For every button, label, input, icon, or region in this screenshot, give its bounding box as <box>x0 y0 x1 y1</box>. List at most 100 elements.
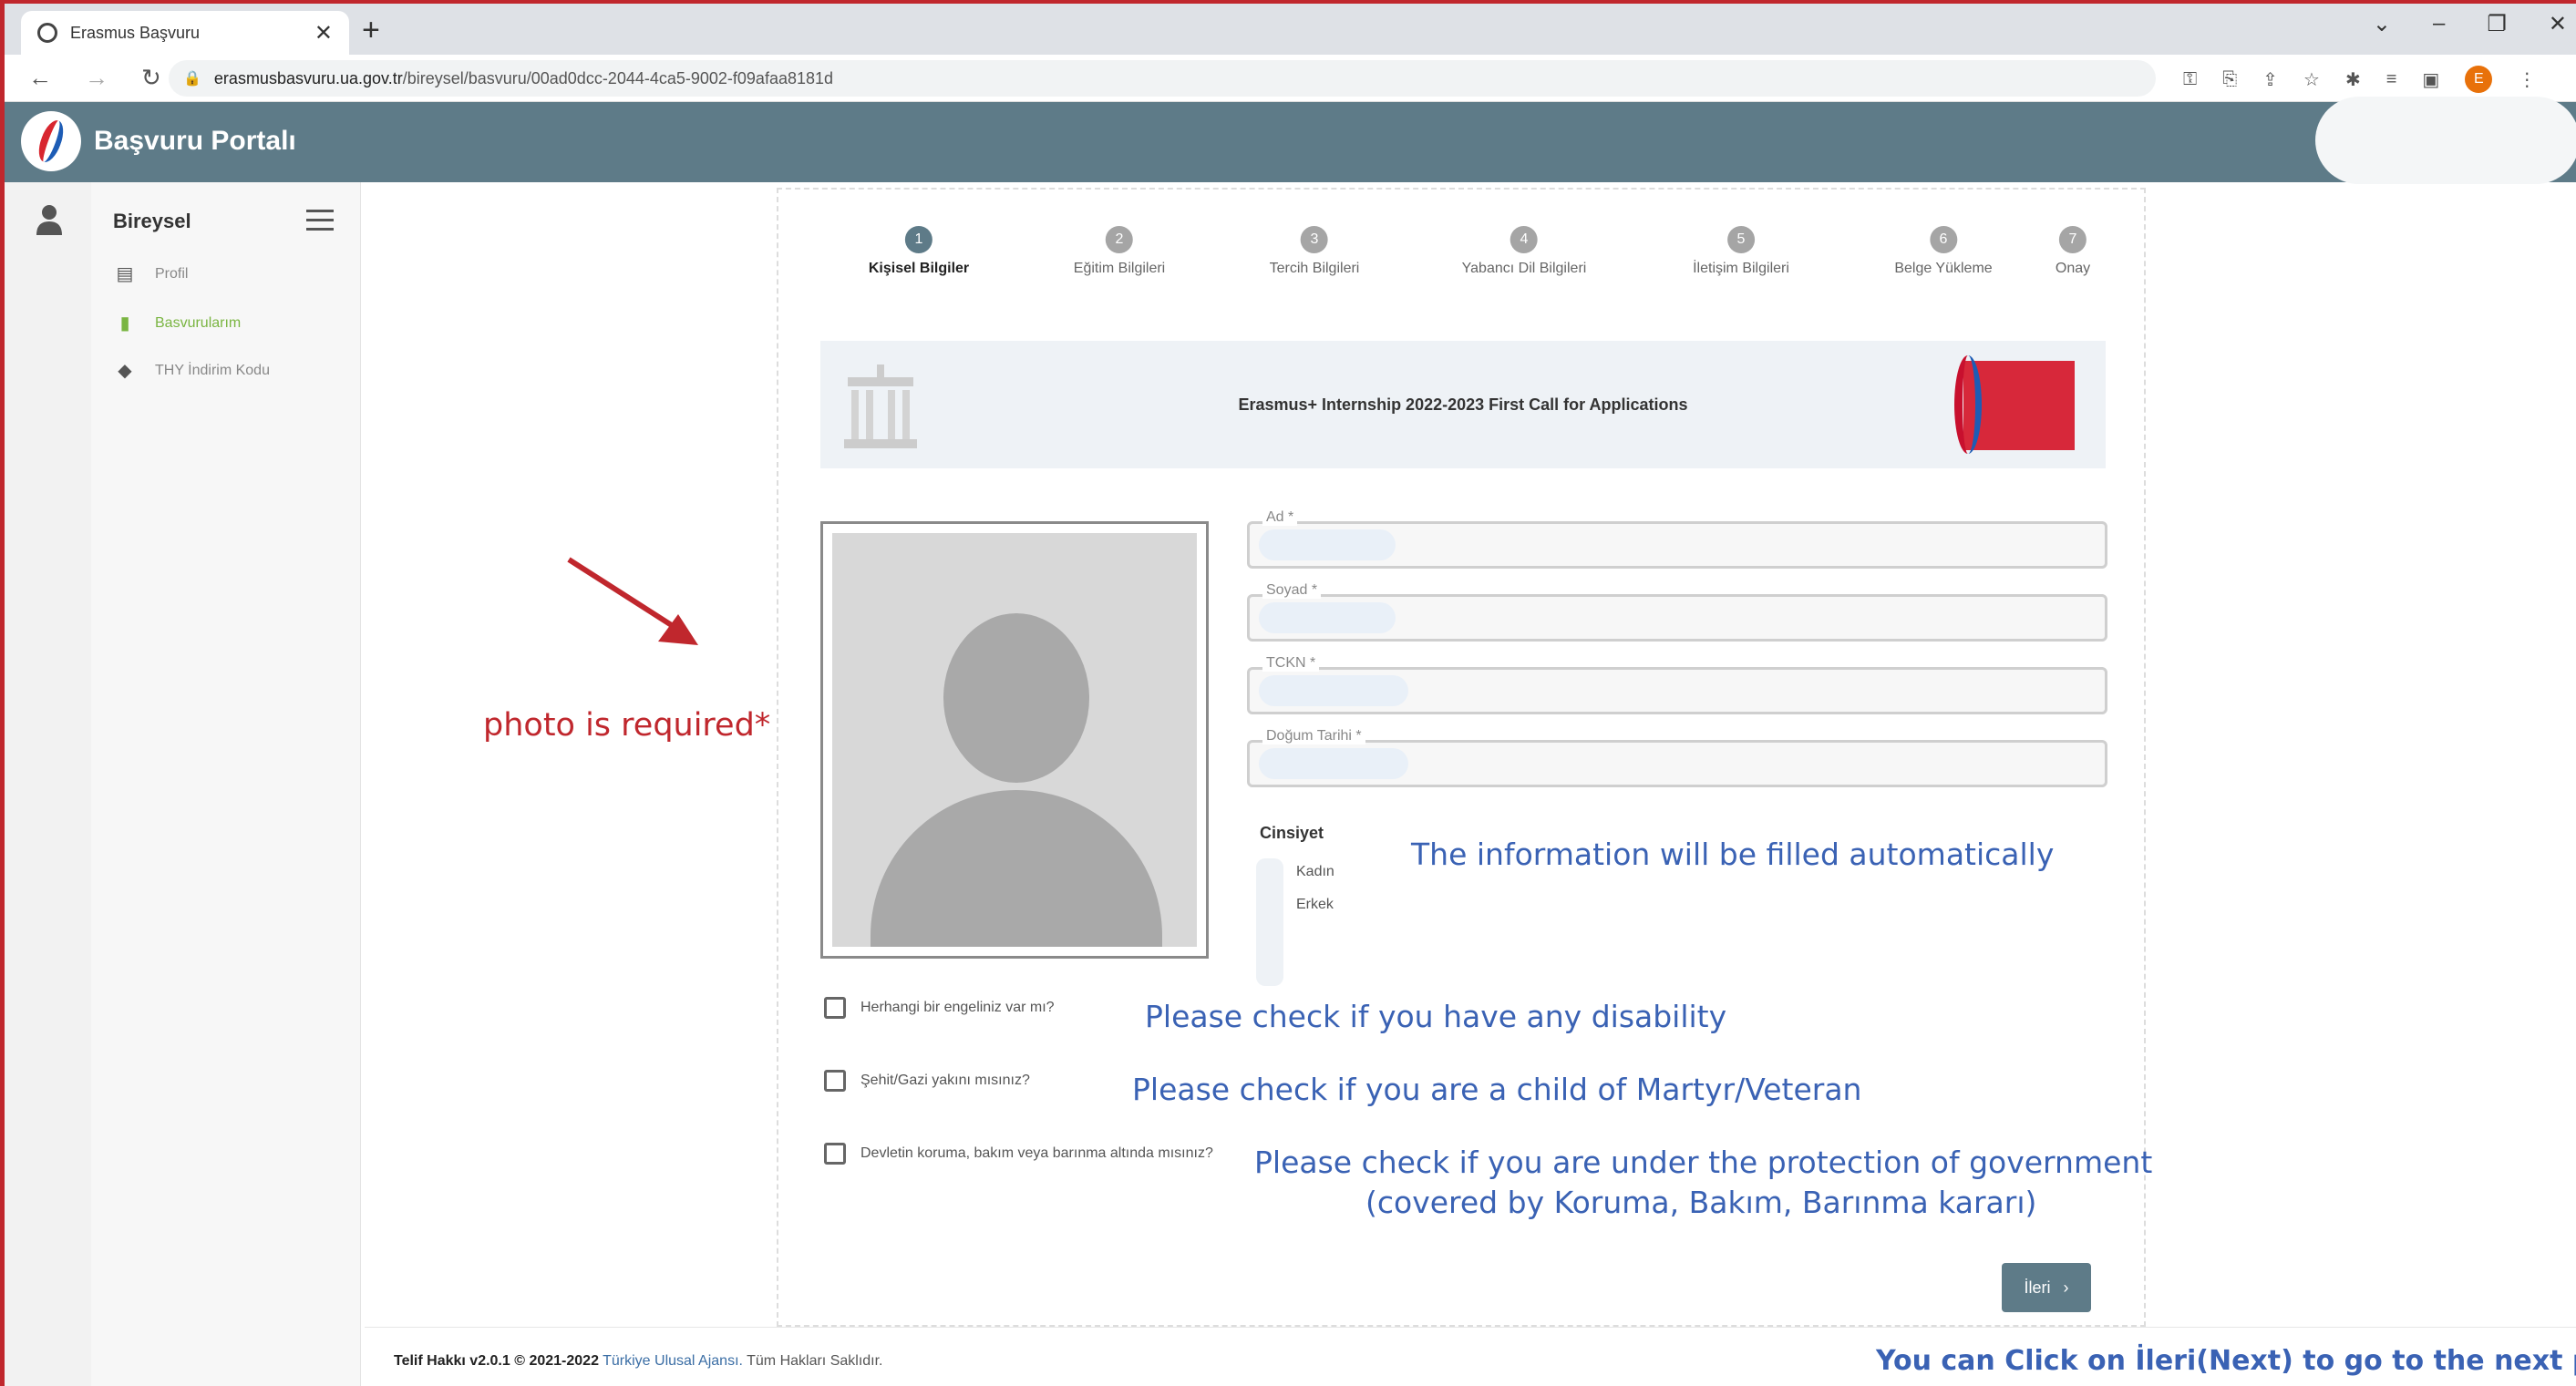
step-tercih-bilgileri[interactable]: 3 Tercih Bilgileri <box>1269 226 1360 277</box>
step-label: Belge Yükleme <box>1894 261 1993 276</box>
gender-title: Cinsiyet <box>1260 824 1324 842</box>
app-title: Başvuru Portalı <box>94 126 296 156</box>
field-value-blur <box>1259 602 1396 633</box>
tab-title: Erasmus Başvuru <box>70 23 201 42</box>
protection-note-line2: (covered by Koruma, Bakım, Barınma karar… <box>1365 1185 2037 1220</box>
step-iletisim-bilgileri[interactable]: 5 İletişim Bilgileri <box>1693 226 1789 277</box>
window-controls: ⌄ – ❐ ✕ <box>2373 11 2567 37</box>
dogum-tarihi-field[interactable]: Doğum Tarihi * <box>1247 728 2107 787</box>
url-field[interactable]: 🔒 erasmusbasvuru.ua.gov.tr /bireysel/bas… <box>169 60 2156 97</box>
ad-field[interactable]: Ad * <box>1247 509 2107 569</box>
forward-icon[interactable]: → <box>85 64 108 92</box>
disability-label: Herhangi bir engeliniz var mı? <box>860 1000 1055 1015</box>
nav-buttons: ← → ↻ <box>28 64 161 92</box>
profile-avatar[interactable]: E <box>2465 66 2493 93</box>
stepper: 1 Kişisel Bilgiler 2 Eğitim Bilgileri 3 … <box>778 226 2148 299</box>
tab-search-icon[interactable]: ⌄ <box>2373 11 2391 37</box>
sidebar-item-label: Profil <box>155 265 189 282</box>
app-logo[interactable] <box>21 111 81 171</box>
step-kisisel-bilgiler[interactable]: 1 Kişisel Bilgiler <box>869 226 969 277</box>
user-icon[interactable] <box>36 204 63 235</box>
sidebar-title: Bireysel <box>113 210 191 232</box>
protection-checkbox-row[interactable]: Devletin koruma, bakım veya barınma altı… <box>824 1143 1213 1165</box>
avatar-placeholder <box>832 533 1197 947</box>
user-menu-placeholder[interactable] <box>2315 97 2576 184</box>
field-value-blur <box>1259 529 1396 560</box>
national-agency-logo <box>1954 355 2075 454</box>
app-header: Başvuru Portalı <box>5 97 2576 184</box>
browser-tab-bar: Erasmus Başvuru ✕ + ⌄ – ❐ ✕ <box>5 4 2576 55</box>
field-label: Ad * <box>1262 509 1298 526</box>
step-number: 7 <box>2059 226 2087 253</box>
sidebar-item-basvurularim[interactable]: ▮ Basvurularım <box>111 312 241 334</box>
step-label: Onay <box>2055 261 2091 276</box>
protection-note-line1: Please check if you are under the protec… <box>1254 1145 2153 1180</box>
disability-checkbox[interactable] <box>824 997 846 1019</box>
annotation-arrow-icon <box>567 557 698 645</box>
star-icon[interactable]: ☆ <box>2303 68 2320 91</box>
side-panel-icon[interactable]: ▣ <box>2422 68 2439 91</box>
hamburger-menu-icon[interactable] <box>306 210 334 237</box>
next-button[interactable]: İleri › <box>2002 1263 2091 1312</box>
extensions-icon[interactable]: ✱ <box>2345 68 2361 91</box>
martyr-checkbox-row[interactable]: Şehit/Gazi yakını mısınız? <box>824 1070 1030 1092</box>
browser-toolbar-icons: ⚿ ⎘ ⇪ ☆ ✱ ≡ ▣ E ⋮ <box>2183 66 2536 93</box>
globe-icon <box>37 23 57 43</box>
step-label: Eğitim Bilgileri <box>1073 261 1166 276</box>
step-yabanci-dil-bilgileri[interactable]: 4 Yabancı Dil Bilgileri <box>1461 226 1587 277</box>
sidebar-item-label: Basvurularım <box>155 314 242 331</box>
avatar-head-shape <box>943 613 1089 783</box>
browser-tab[interactable]: Erasmus Başvuru ✕ <box>21 11 349 55</box>
gender-radio-group <box>1256 858 1283 986</box>
browser-address-bar: ← → ↻ 🔒 erasmusbasvuru.ua.gov.tr /bireys… <box>5 55 2576 102</box>
step-egitim-bilgileri[interactable]: 2 Eğitim Bilgileri <box>1074 226 1165 277</box>
new-tab-button[interactable]: + <box>362 15 380 46</box>
id-card-icon: ▤ <box>116 264 134 284</box>
photo-required-note: photo is required* <box>483 707 771 744</box>
field-label: Doğum Tarihi * <box>1262 728 1365 744</box>
step-number: 2 <box>1106 226 1133 253</box>
url-host: erasmusbasvuru.ua.gov.tr <box>213 68 403 87</box>
key-icon[interactable]: ⚿ <box>2183 69 2197 90</box>
field-label: TCKN * <box>1262 655 1320 672</box>
minimize-icon[interactable]: – <box>2433 11 2445 37</box>
call-banner: Erasmus+ Internship 2022-2023 First Call… <box>820 341 2106 468</box>
copyright-prefix: Telif Hakkı v2.0.1 © 2021-2022 <box>394 1353 599 1369</box>
gender-radio-erkek[interactable]: Erkek <box>1296 897 1334 913</box>
disability-note: Please check if you have any disability <box>1145 999 1727 1034</box>
translate-icon[interactable]: ⎘ <box>2222 69 2237 90</box>
disability-checkbox-row[interactable]: Herhangi bir engeliniz var mı? <box>824 997 1055 1019</box>
back-icon[interactable]: ← <box>28 64 52 92</box>
restore-icon[interactable]: ❐ <box>2487 11 2507 37</box>
step-label: Tercih Bilgileri <box>1269 261 1360 276</box>
icon-rail <box>5 182 91 1386</box>
agency-link[interactable]: Türkiye Ulusal Ajansı. <box>603 1353 743 1369</box>
sidebar: Bireysel ▤ Profil ▮ Basvurularım ◆ THY İ… <box>91 182 361 1386</box>
banner-title: Erasmus+ Internship 2022-2023 First Call… <box>1238 395 1688 414</box>
menu-dots-icon[interactable]: ⋮ <box>2518 68 2536 91</box>
sidebar-item-profil[interactable]: ▤ Profil <box>111 262 189 285</box>
protection-checkbox[interactable] <box>824 1143 846 1165</box>
martyr-label: Şehit/Gazi yakını mısınız? <box>860 1073 1030 1088</box>
soyad-field[interactable]: Soyad * <box>1247 582 2107 642</box>
step-label: Yabancı Dil Bilgileri <box>1461 261 1587 276</box>
sidebar-item-thy-indirim[interactable]: ◆ THY İndirim Kodu <box>111 359 270 382</box>
auto-fill-note: The information will be filled automatic… <box>1411 837 2055 872</box>
reload-icon[interactable]: ↻ <box>141 64 161 92</box>
step-onay[interactable]: 7 Onay <box>2056 226 2090 277</box>
step-belge-yukleme[interactable]: 6 Belge Yükleme <box>1894 226 1993 277</box>
photo-upload[interactable] <box>820 521 1209 959</box>
url-path: /bireysel/basvuru/00ad0dcc-2044-4ca5-900… <box>402 68 834 87</box>
close-window-icon[interactable]: ✕ <box>2549 11 2567 37</box>
tckn-field[interactable]: TCKN * <box>1247 655 2107 714</box>
step-number: 1 <box>904 226 933 253</box>
martyr-checkbox[interactable] <box>824 1070 846 1092</box>
step-number: 6 <box>1929 226 1957 253</box>
media-icon[interactable]: ≡ <box>2386 69 2397 90</box>
next-button-label: İleri <box>2024 1278 2051 1297</box>
share-icon[interactable]: ⇪ <box>2262 68 2278 91</box>
close-tab-icon[interactable]: ✕ <box>314 20 333 46</box>
step-number: 3 <box>1300 226 1328 253</box>
gender-radio-kadin[interactable]: Kadın <box>1296 864 1334 880</box>
copyright-suffix: Tüm Hakları Saklıdır. <box>747 1353 883 1369</box>
